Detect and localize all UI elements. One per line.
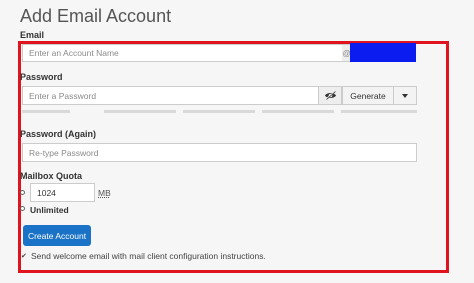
quota-unlimited-radio[interactable] [20, 206, 25, 211]
check-icon: ✔ [21, 253, 27, 260]
strength-meter-segment-1 [22, 110, 70, 113]
welcome-email-label: Send welcome email with mail client conf… [31, 251, 266, 261]
strength-meter-segment-5 [341, 110, 417, 113]
generate-options-dropdown[interactable] [394, 86, 417, 105]
account-name-placeholder: Enter an Account Name [29, 48, 119, 58]
show-password-button[interactable] [318, 86, 342, 105]
generate-password-button[interactable]: Generate [342, 86, 394, 105]
password-placeholder: Enter a Password [29, 90, 97, 101]
password-label: Password [20, 72, 63, 82]
email-label: Email [20, 30, 45, 40]
quota-limited-radio[interactable] [20, 190, 25, 195]
quota-unit: MB [98, 188, 111, 198]
create-account-button[interactable]: Create Account [23, 225, 91, 246]
strength-meter-segment-3 [183, 110, 255, 113]
domain-select-redacted[interactable] [350, 43, 416, 62]
quota-unlimited-label: Unlimited [30, 205, 69, 215]
strength-meter-segment-4 [262, 110, 334, 113]
strength-meter-segment-2 [104, 110, 176, 113]
eye-slash-icon [324, 91, 336, 100]
password-input[interactable]: Enter a Password [22, 86, 319, 105]
quota-value: 1024 [37, 187, 56, 198]
quota-value-input[interactable]: 1024 [30, 183, 95, 202]
page-title: Add Email Account [20, 6, 172, 26]
caret-down-icon [402, 93, 408, 98]
password-again-input[interactable]: Re-type Password [22, 143, 417, 162]
mailbox-quota-label: Mailbox Quota [20, 171, 83, 181]
welcome-email-checkbox[interactable]: ✔ [21, 252, 27, 260]
password-again-placeholder: Re-type Password [29, 147, 99, 158]
account-name-input[interactable]: Enter an Account Name [22, 44, 344, 62]
password-again-label: Password (Again) [20, 129, 97, 139]
